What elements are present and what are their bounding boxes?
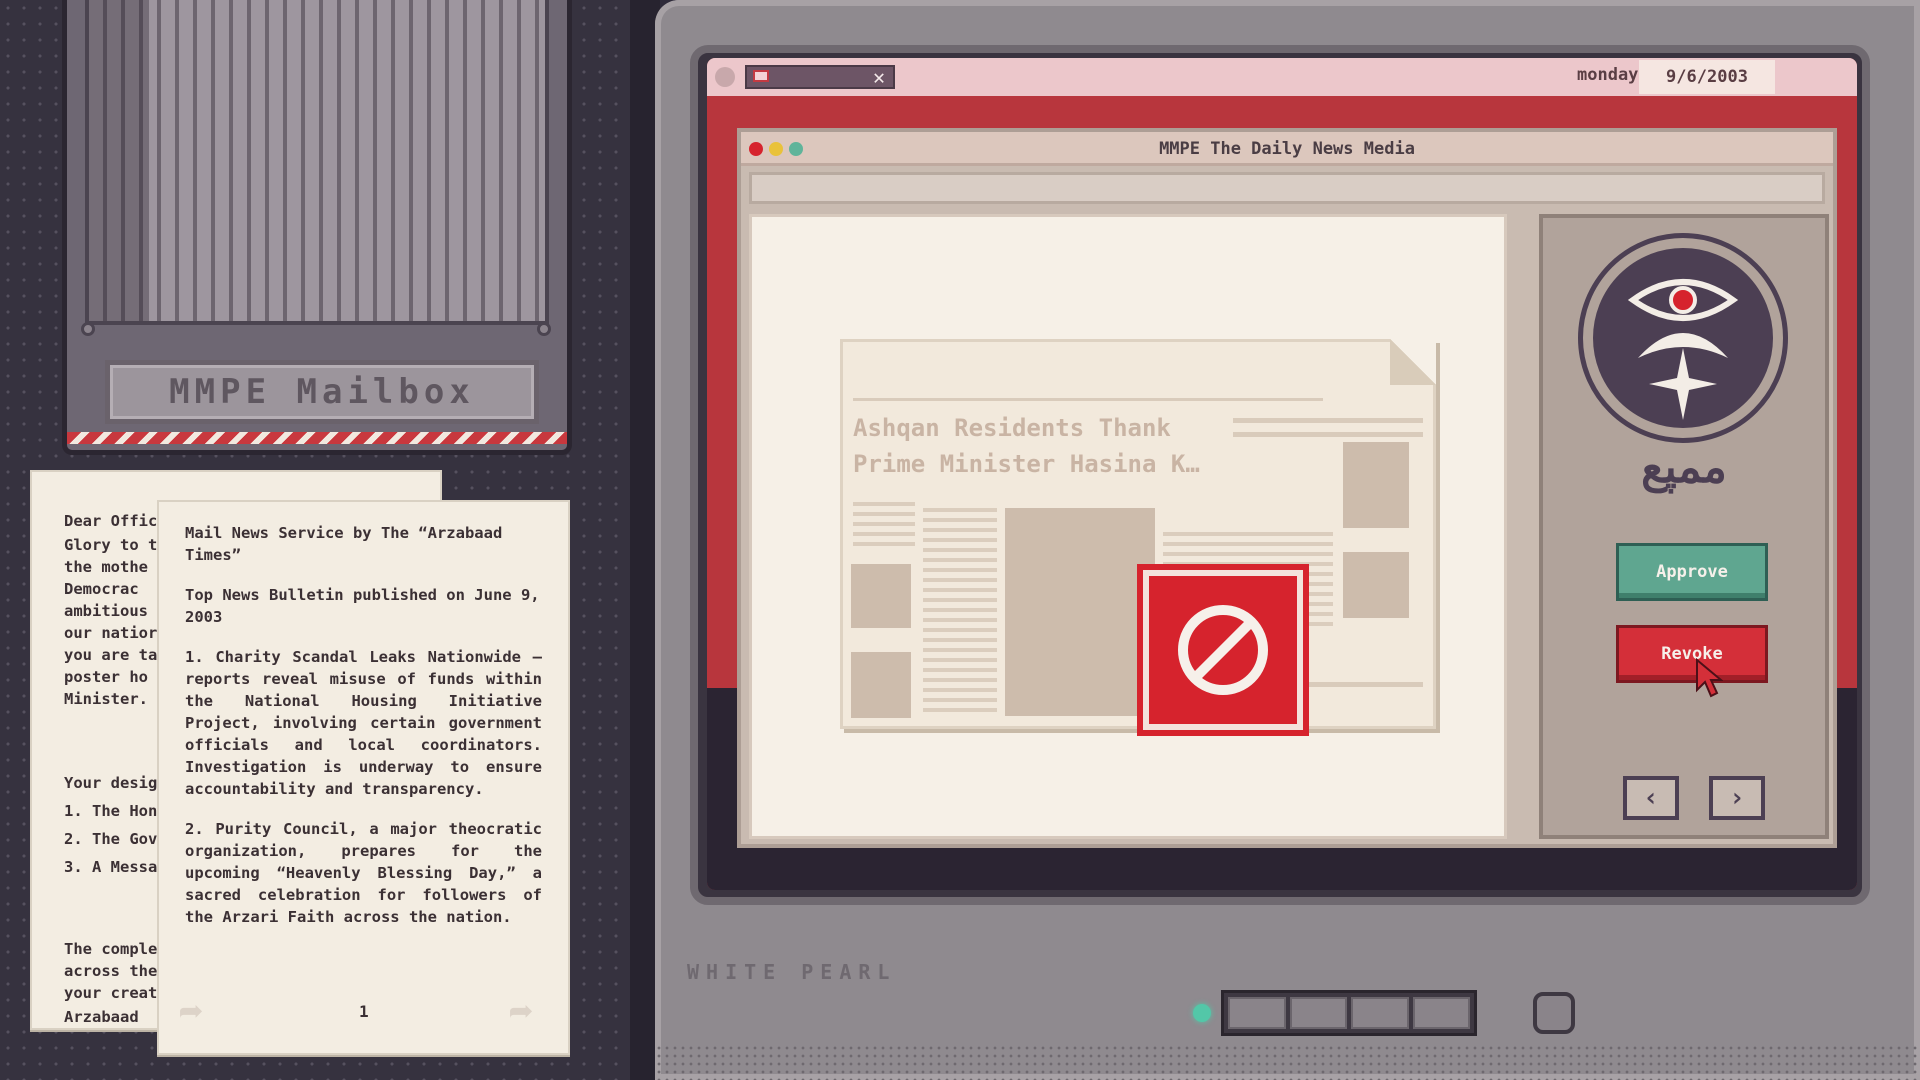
article-image [851, 564, 911, 628]
text-line [1233, 432, 1423, 437]
hazard-stripe [67, 432, 567, 444]
speaker-grill [655, 1044, 1920, 1080]
news-headline: Ashqan Residents Thank Prime Minister Ha… [853, 414, 1200, 478]
article-image [1343, 442, 1409, 528]
day-label: monday [1577, 65, 1639, 85]
letter-bulletin: Top News Bulletin published on June 9, 2… [185, 586, 540, 626]
page-prev-icon[interactable]: ➦ [179, 990, 203, 1036]
drive-slot[interactable] [1228, 997, 1286, 1029]
eye-crescent-star-icon [1627, 279, 1739, 420]
news-media-window: MMPE The Daily News Media Ashqan Residen… [737, 128, 1837, 848]
article-image [1005, 508, 1155, 716]
power-button[interactable] [1533, 992, 1575, 1034]
crt-monitor: ✕ monday 9/6/2003 MMPE The Daily News Me… [655, 0, 1920, 1080]
text-line [1233, 418, 1423, 423]
cursor-icon [1696, 658, 1723, 698]
revoke-button[interactable]: Revoke [1619, 628, 1765, 680]
drive-slot[interactable] [1351, 997, 1409, 1029]
rivet-icon [537, 322, 551, 336]
newspaper-article[interactable]: Ashqan Residents Thank Prime Minister Ha… [840, 339, 1436, 736]
prohibited-icon [1178, 605, 1268, 695]
drive-slot[interactable] [1289, 997, 1347, 1029]
news-item-2: 2. Purity Council, a major theocratic or… [185, 820, 542, 926]
document-viewer: Ashqan Residents Thank Prime Minister Ha… [749, 214, 1507, 839]
letter-title: Mail News Service by The “Arzabaad Times… [185, 524, 503, 564]
close-icon[interactable]: ✕ [873, 65, 885, 89]
news-item-1: 1. Charity Scandal Leaks Nationwide — re… [185, 648, 542, 798]
page-next-icon[interactable]: ➦ [509, 990, 533, 1036]
power-led-icon [1193, 1004, 1211, 1022]
page-number: 1 [359, 1002, 369, 1021]
drive-slots [1221, 990, 1477, 1036]
system-icon[interactable] [715, 67, 735, 87]
article-image [1343, 552, 1409, 618]
article-image [851, 652, 911, 718]
revoked-stamp [1137, 564, 1309, 736]
chevron-left-icon[interactable]: ‹ [1623, 776, 1679, 820]
taskbar-tab[interactable]: ✕ [745, 65, 895, 89]
os-taskbar: ✕ monday 9/6/2003 [707, 58, 1857, 96]
window-title: MMPE The Daily News Media [1159, 139, 1415, 159]
rivet-icon [81, 322, 95, 336]
approve-button[interactable]: Approve [1619, 546, 1765, 598]
date-label: 9/6/2003 [1639, 60, 1775, 94]
review-panel: ممپع Approve Revoke ‹ › [1539, 214, 1829, 839]
monitor-brand: WHITE PEARL [687, 960, 897, 984]
rule [853, 398, 1323, 401]
mailbox-slot-shutter [85, 0, 549, 325]
window-toolbar [749, 172, 1825, 204]
drive-slot[interactable] [1412, 997, 1470, 1029]
mailbox-title: MMPE Mailbox [169, 372, 475, 412]
mmpe-logo-text: ممپع [1641, 442, 1727, 493]
chevron-right-icon[interactable]: › [1709, 776, 1765, 820]
window-title-bar: MMPE The Daily News Media [741, 132, 1833, 166]
mailbox[interactable]: MMPE Mailbox [62, 0, 572, 455]
app-icon [753, 70, 769, 82]
text-column [923, 508, 997, 718]
mmpe-emblem [1578, 233, 1788, 443]
news-bulletin-letter[interactable]: Mail News Service by The “Arzabaad Times… [157, 500, 570, 1055]
page-fold [1390, 339, 1436, 385]
screen: ✕ monday 9/6/2003 MMPE The Daily News Me… [707, 58, 1857, 890]
mailbox-nameplate: MMPE Mailbox [105, 360, 539, 424]
text-column [853, 502, 915, 552]
